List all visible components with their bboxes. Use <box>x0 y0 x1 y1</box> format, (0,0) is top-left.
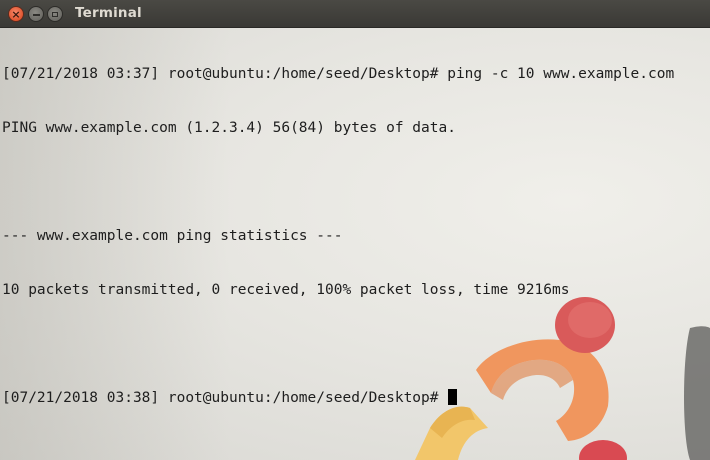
minimize-button[interactable] <box>28 6 44 22</box>
maximize-icon <box>52 11 58 17</box>
terminal-line: PING www.example.com (1.2.3.4) 56(84) by… <box>2 120 456 136</box>
minimize-icon <box>32 14 40 16</box>
logo-grey-shape <box>684 326 710 460</box>
terminal-prompt-line[interactable]: [07/21/2018 03:38] root@ubuntu:/home/see… <box>2 389 674 407</box>
current-prompt: [07/21/2018 03:38] root@ubuntu:/home/see… <box>2 390 448 406</box>
title-bar[interactable]: × Terminal <box>0 0 710 28</box>
close-button[interactable]: × <box>8 6 24 22</box>
terminal-area[interactable]: [07/21/2018 03:37] root@ubuntu:/home/see… <box>0 28 710 460</box>
text-cursor <box>448 389 458 405</box>
close-icon: × <box>11 7 21 21</box>
terminal-window: × Terminal [07/21/2018 03:37] root@ubunt… <box>0 0 710 460</box>
logo-red-dot-bottom <box>579 440 627 460</box>
terminal-output: [07/21/2018 03:37] root@ubuntu:/home/see… <box>2 29 674 443</box>
maximize-button[interactable] <box>47 6 63 22</box>
terminal-line: [07/21/2018 03:37] root@ubuntu:/home/see… <box>2 66 675 82</box>
terminal-line: 10 packets transmitted, 0 received, 100%… <box>2 282 570 298</box>
terminal-line: --- www.example.com ping statistics --- <box>2 228 343 244</box>
window-title: Terminal <box>75 5 142 21</box>
